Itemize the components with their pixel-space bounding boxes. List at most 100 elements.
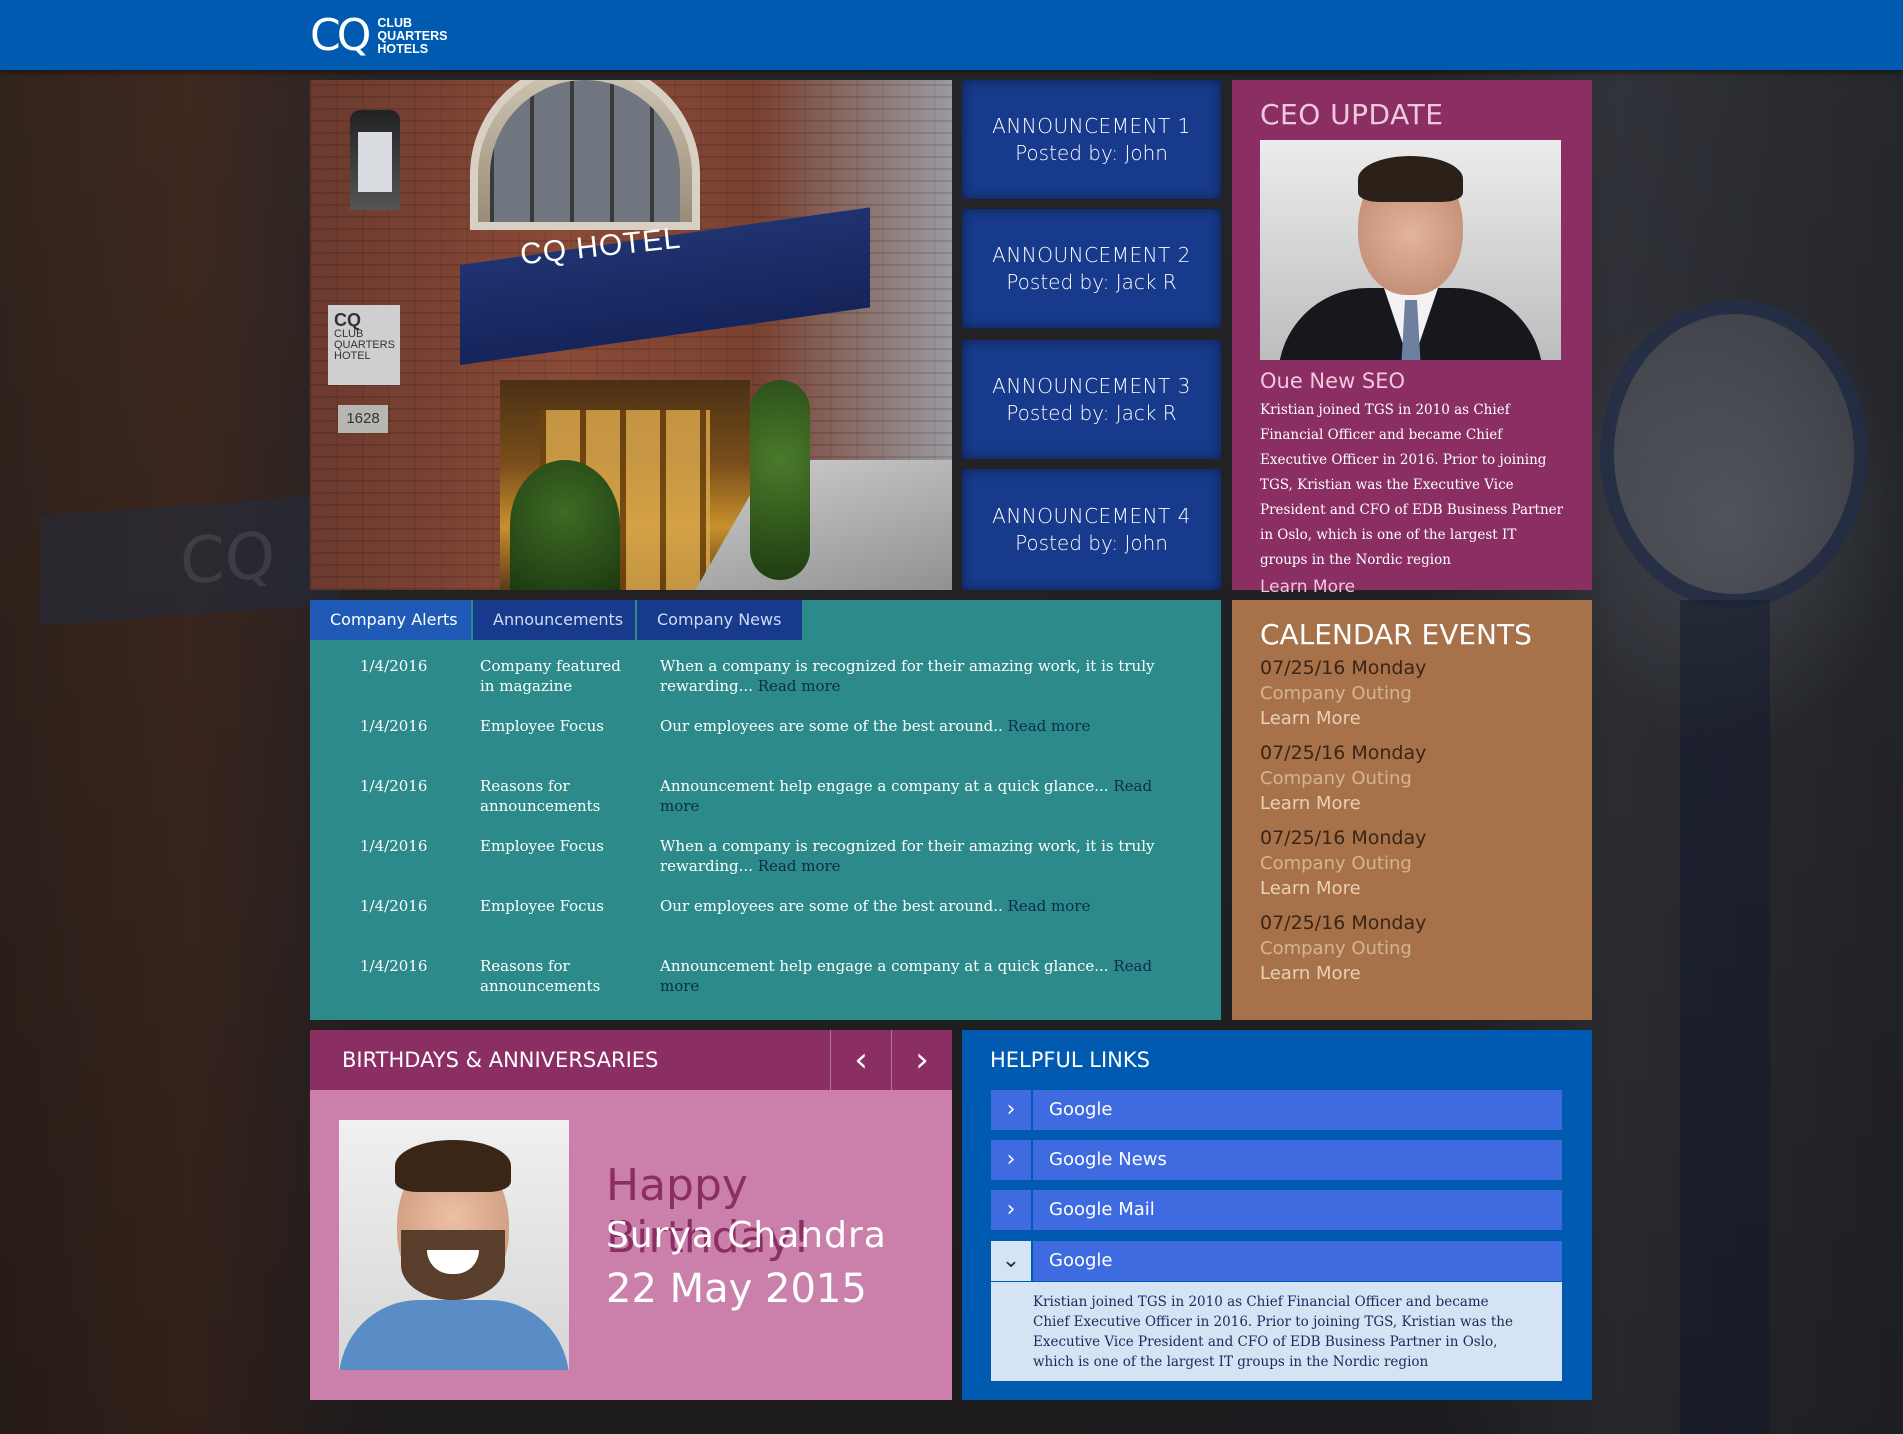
news-tabs: Company Alerts Announcements Company New… bbox=[310, 600, 804, 640]
announcement-author: Posted by: Jack R bbox=[1006, 269, 1177, 294]
event-date: 07/25/16 Monday bbox=[1260, 912, 1427, 934]
news-category: Employee Focus bbox=[480, 837, 604, 855]
event-name: Company Outing bbox=[1260, 938, 1412, 959]
read-more-link[interactable]: Read more bbox=[1008, 897, 1091, 915]
news-excerpt-text: Announcement help engage a company at a … bbox=[660, 777, 1109, 795]
logo-line-3: HOTELS bbox=[377, 41, 429, 56]
logo-text: CLUB QUARTERS HOTELS bbox=[377, 15, 448, 56]
read-more-link[interactable]: Read more bbox=[758, 857, 841, 875]
news-excerpt: Our employees are some of the best aroun… bbox=[660, 896, 1160, 916]
read-more-link[interactable]: Read more bbox=[758, 677, 841, 695]
hotel-photo: CQ HOTEL CQ CLUB QUARTERS HOTEL 1628 bbox=[310, 80, 952, 590]
helpful-links-heading: HELPFUL LINKS bbox=[990, 1048, 1150, 1072]
helpful-link-google-expanded[interactable]: ⌄ Google bbox=[991, 1241, 1562, 1281]
helpful-link-label: Google Mail bbox=[1049, 1199, 1155, 1220]
helpful-link-label: Google bbox=[1049, 1099, 1113, 1120]
chevron-right-icon: › bbox=[991, 1090, 1033, 1130]
hotel-wall-sign: CQ CLUB QUARTERS HOTEL bbox=[328, 305, 400, 385]
news-list: 1/4/2016 Company featured in magazine Wh… bbox=[310, 656, 1221, 1016]
news-row: 1/4/2016 Company featured in magazine Wh… bbox=[310, 656, 1221, 716]
announcement-card[interactable]: ANNOUNCEMENT 4 Posted by: John bbox=[962, 469, 1221, 590]
news-category: Employee Focus bbox=[480, 897, 604, 915]
helpful-link-label: Google News bbox=[1049, 1149, 1167, 1170]
potted-plant bbox=[510, 460, 620, 590]
announcement-card[interactable]: ANNOUNCEMENT 2 Posted by: Jack R bbox=[962, 209, 1221, 328]
event-learn-more-link[interactable]: Learn More bbox=[1260, 961, 1564, 986]
wall-lamp bbox=[350, 110, 400, 210]
news-excerpt-text: Our employees are some of the best aroun… bbox=[660, 717, 1003, 735]
news-date: 1/4/2016 bbox=[360, 657, 428, 675]
company-logo[interactable]: CQ CLUB QUARTERS HOTELS bbox=[310, 14, 448, 58]
news-excerpt: When a company is recognized for their a… bbox=[660, 656, 1160, 696]
birthday-person-photo bbox=[339, 1120, 569, 1370]
logo-line-2: QUARTERS bbox=[377, 28, 448, 43]
event-date: 07/25/16 Monday bbox=[1260, 827, 1427, 849]
topiary-plant bbox=[750, 380, 810, 580]
announcement-card[interactable]: ANNOUNCEMENT 3 Posted by: Jack R bbox=[962, 340, 1221, 459]
calendar-event: 07/25/16 Monday Company Outing Learn Mor… bbox=[1260, 826, 1564, 901]
helpful-link-google-mail[interactable]: › Google Mail bbox=[991, 1190, 1562, 1230]
photo-hair bbox=[395, 1140, 511, 1192]
birthday-date: 22 May 2015 bbox=[606, 1266, 867, 1312]
event-name: Company Outing bbox=[1260, 683, 1412, 704]
ceo-update-panel: CEO UPDATE Oue New SEO Kristian joined T… bbox=[1232, 80, 1592, 597]
helpful-link-accordion-content: Kristian joined TGS in 2010 as Chief Fin… bbox=[991, 1282, 1562, 1381]
ceo-learn-more-link[interactable]: Learn More bbox=[1260, 577, 1355, 597]
news-excerpt-text: Our employees are some of the best aroun… bbox=[660, 897, 1003, 915]
tab-company-news[interactable]: Company News bbox=[637, 600, 804, 640]
logo-line-1: CLUB bbox=[377, 15, 413, 30]
chevron-right-icon: › bbox=[991, 1140, 1033, 1180]
calendar-event: 07/25/16 Monday Company Outing Learn Mor… bbox=[1260, 656, 1564, 731]
ceo-bio: Kristian joined TGS in 2010 as Chief Fin… bbox=[1260, 402, 1564, 568]
calendar-event: 07/25/16 Monday Company Outing Learn Mor… bbox=[1260, 911, 1564, 986]
helpful-link-google[interactable]: › Google bbox=[991, 1090, 1562, 1130]
tab-announcements[interactable]: Announcements bbox=[473, 600, 637, 640]
announcement-title: ANNOUNCEMENT 3 bbox=[992, 373, 1191, 398]
news-excerpt-text: When a company is recognized for their a… bbox=[660, 837, 1155, 875]
announcement-author: Posted by: John bbox=[1015, 140, 1168, 165]
news-excerpt: Announcement help engage a company at a … bbox=[660, 956, 1160, 996]
news-excerpt: Our employees are some of the best aroun… bbox=[660, 716, 1160, 736]
chevron-right-icon: › bbox=[991, 1190, 1033, 1230]
top-bar: CQ CLUB QUARTERS HOTELS bbox=[0, 0, 1903, 70]
ceo-update-heading: CEO UPDATE bbox=[1260, 98, 1444, 131]
announcement-title: ANNOUNCEMENT 1 bbox=[992, 113, 1191, 138]
birthday-person-name: Surya Chandra bbox=[606, 1215, 887, 1256]
news-date: 1/4/2016 bbox=[360, 957, 428, 975]
news-date: 1/4/2016 bbox=[360, 837, 428, 855]
news-panel: Company Alerts Announcements Company New… bbox=[310, 600, 1221, 1020]
news-row: 1/4/2016 Employee Focus Our employees ar… bbox=[310, 896, 1221, 956]
announcement-card[interactable]: ANNOUNCEMENT 1 Posted by: John bbox=[962, 80, 1221, 199]
ceo-photo bbox=[1260, 140, 1561, 360]
logo-mark: CQ bbox=[310, 10, 371, 61]
calendar-events-panel: CALENDAR EVENTS 07/25/16 Monday Company … bbox=[1232, 600, 1592, 1020]
event-name: Company Outing bbox=[1260, 768, 1412, 789]
street-number-plate: 1628 bbox=[338, 405, 388, 433]
photo-shirt bbox=[339, 1300, 569, 1370]
birthdays-panel: BIRTHDAYS & ANNIVERSARIES ‹ › Happy Birt… bbox=[310, 1030, 952, 1400]
read-more-link[interactable]: Read more bbox=[1008, 717, 1091, 735]
announcement-title: ANNOUNCEMENT 4 bbox=[992, 503, 1191, 528]
tab-company-alerts[interactable]: Company Alerts bbox=[310, 600, 473, 640]
event-date: 07/25/16 Monday bbox=[1260, 657, 1427, 679]
previous-arrow-icon[interactable]: ‹ bbox=[830, 1030, 891, 1090]
helpful-link-google-news[interactable]: › Google News bbox=[991, 1140, 1562, 1180]
ceo-photo-hair bbox=[1358, 156, 1463, 202]
next-arrow-icon[interactable]: › bbox=[891, 1030, 952, 1090]
event-learn-more-link[interactable]: Learn More bbox=[1260, 706, 1564, 731]
chevron-down-icon: ⌄ bbox=[991, 1241, 1033, 1281]
sign-mark: CQ bbox=[334, 310, 361, 330]
news-category: Employee Focus bbox=[480, 717, 604, 735]
news-category: Company featured in magazine bbox=[480, 657, 621, 695]
news-row: 1/4/2016 Reasons for announcements Annou… bbox=[310, 956, 1221, 1016]
birthdays-heading: BIRTHDAYS & ANNIVERSARIES bbox=[342, 1048, 659, 1072]
news-date: 1/4/2016 bbox=[360, 777, 428, 795]
news-row: 1/4/2016 Employee Focus Our employees ar… bbox=[310, 716, 1221, 776]
event-learn-more-link[interactable]: Learn More bbox=[1260, 876, 1564, 901]
helpful-link-label: Google bbox=[1049, 1250, 1113, 1271]
announcement-author: Posted by: Jack R bbox=[1006, 400, 1177, 425]
announcement-title: ANNOUNCEMENT 2 bbox=[992, 242, 1191, 267]
news-excerpt: Announcement help engage a company at a … bbox=[660, 776, 1160, 816]
sign-text: CLUB QUARTERS HOTEL bbox=[334, 328, 395, 362]
event-learn-more-link[interactable]: Learn More bbox=[1260, 791, 1564, 816]
